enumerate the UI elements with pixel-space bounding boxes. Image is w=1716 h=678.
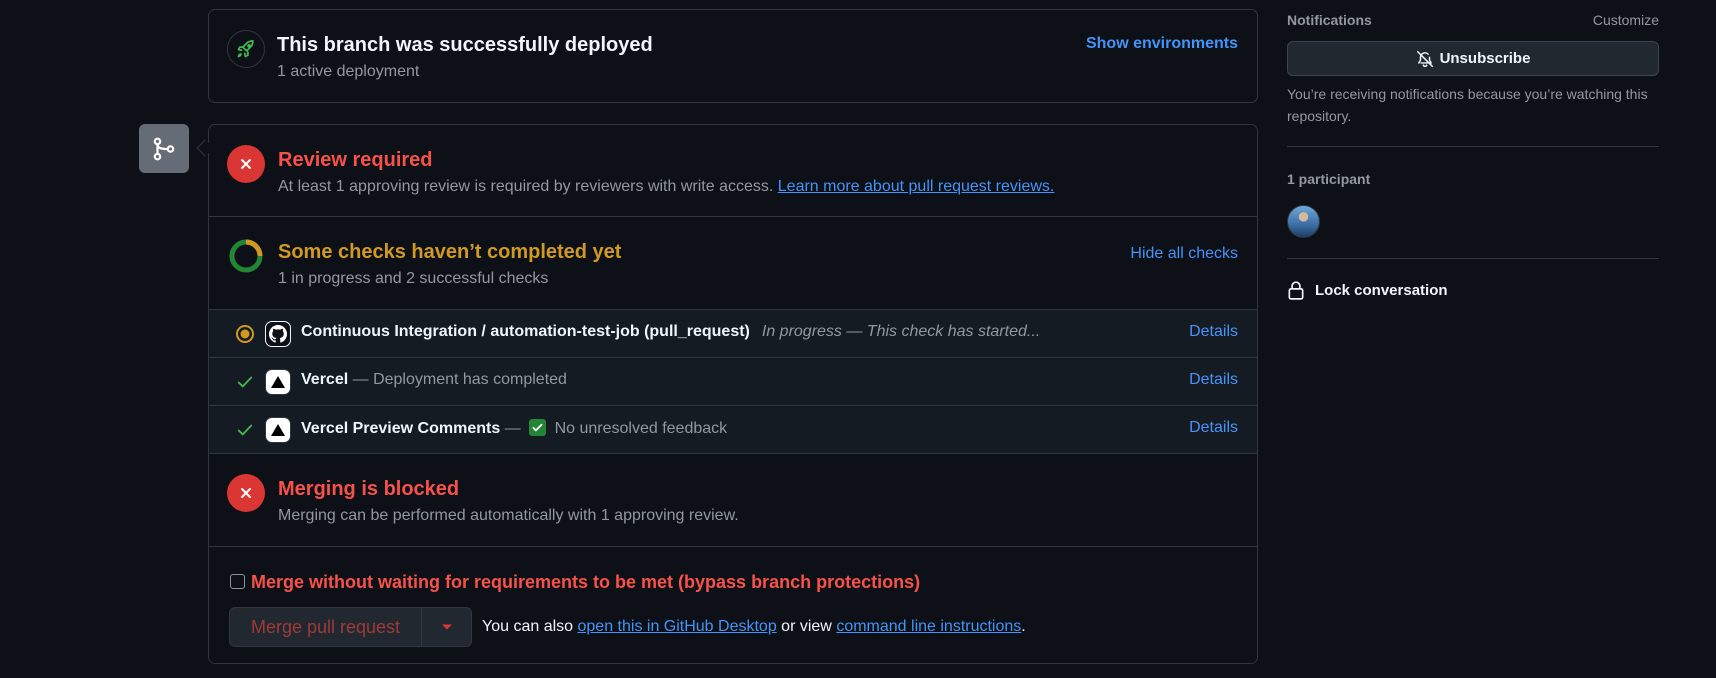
check-details-link[interactable]: Details bbox=[1189, 323, 1238, 341]
bypass-checkbox[interactable] bbox=[230, 574, 245, 589]
review-section: Review required At least 1 approving rev… bbox=[209, 125, 1257, 217]
in-progress-dot-icon bbox=[235, 324, 255, 344]
check-name: Continuous Integration / automation-test… bbox=[301, 323, 750, 340]
blocked-title: Merging is blocked bbox=[278, 478, 460, 500]
participants-label: 1 participant bbox=[1287, 171, 1371, 187]
check-row: Vercel — Deployment has completed Detail… bbox=[209, 358, 1257, 406]
checks-progress-icon bbox=[227, 237, 265, 275]
deployment-box: This branch was successfully deployed 1 … bbox=[208, 9, 1258, 103]
check-separator: — bbox=[504, 420, 521, 437]
hide-all-checks-link[interactable]: Hide all checks bbox=[1130, 245, 1238, 263]
git-merge-icon bbox=[139, 124, 189, 173]
check-name: Vercel bbox=[301, 371, 349, 388]
review-description: At least 1 approving review is required … bbox=[278, 178, 1054, 196]
divider bbox=[1287, 146, 1659, 147]
merge-alternatives: You can also open this in GitHub Desktop… bbox=[482, 618, 1026, 636]
green-check-box-icon bbox=[529, 419, 547, 436]
lock-conversation-label: Lock conversation bbox=[1315, 281, 1448, 299]
divider bbox=[1287, 258, 1659, 259]
checks-section: Some checks haven’t completed yet 1 in p… bbox=[209, 217, 1257, 310]
checks-title: Some checks haven’t completed yet bbox=[278, 241, 622, 263]
merge-options-dropdown[interactable] bbox=[421, 607, 472, 647]
check-details-link[interactable]: Details bbox=[1189, 419, 1238, 437]
period: . bbox=[1021, 618, 1026, 635]
blocked-section: Merging is blocked Merging can be perfor… bbox=[209, 454, 1257, 547]
x-circle-icon bbox=[227, 474, 265, 512]
or-view-text: or view bbox=[781, 618, 832, 635]
customize-link[interactable]: Customize bbox=[1593, 12, 1659, 28]
check-text: Vercel — Deployment has completed bbox=[301, 371, 567, 389]
check-status: Deployment has completed bbox=[373, 371, 567, 388]
blocked-subtitle: Merging can be performed automatically w… bbox=[278, 507, 739, 524]
also-prefix: You can also bbox=[482, 618, 574, 635]
deployment-subtitle: 1 active deployment bbox=[277, 63, 420, 80]
github-desktop-link[interactable]: open this in GitHub Desktop bbox=[578, 618, 777, 635]
check-status: No unresolved feedback bbox=[554, 420, 728, 437]
unsubscribe-button[interactable]: Unsubscribe bbox=[1287, 41, 1659, 76]
checks-subtitle: 1 in progress and 2 successful checks bbox=[278, 270, 549, 287]
merge-box: Review required At least 1 approving rev… bbox=[208, 124, 1258, 664]
bell-slash-icon bbox=[1416, 50, 1433, 67]
check-row: Vercel Preview Comments — No unresolved … bbox=[209, 406, 1257, 454]
vercel-icon bbox=[265, 369, 291, 395]
check-name: Vercel Preview Comments bbox=[301, 420, 501, 437]
deployment-title: This branch was successfully deployed bbox=[277, 34, 653, 56]
review-description-text: At least 1 approving review is required … bbox=[278, 178, 774, 195]
check-row: Continuous Integration / automation-test… bbox=[209, 310, 1257, 358]
merge-pull-request-button[interactable]: Merge pull request bbox=[229, 607, 422, 647]
participant-avatar[interactable] bbox=[1287, 205, 1320, 238]
rocket-icon bbox=[227, 30, 265, 68]
check-icon bbox=[235, 420, 255, 440]
caret-down-icon bbox=[441, 624, 452, 630]
check-details-link[interactable]: Details bbox=[1189, 371, 1238, 389]
check-status: In progress — This check has started... bbox=[761, 323, 1041, 340]
review-title: Review required bbox=[278, 149, 433, 171]
command-line-link[interactable]: command line instructions bbox=[836, 618, 1021, 635]
github-icon bbox=[265, 321, 291, 347]
bypass-label[interactable]: Merge without waiting for requirements t… bbox=[251, 572, 920, 593]
x-circle-icon bbox=[227, 145, 265, 183]
lock-icon bbox=[1288, 281, 1304, 300]
show-environments-link[interactable]: Show environments bbox=[1086, 35, 1238, 53]
lock-conversation-button[interactable]: Lock conversation bbox=[1287, 280, 1448, 300]
check-icon bbox=[235, 372, 255, 392]
check-text: Vercel Preview Comments — No unresolved … bbox=[301, 419, 727, 438]
vercel-icon bbox=[265, 417, 291, 443]
merge-actions: Merge without waiting for requirements t… bbox=[209, 547, 1257, 663]
notifications-label: Notifications bbox=[1287, 12, 1372, 28]
check-separator: — bbox=[352, 371, 369, 388]
unsubscribe-label: Unsubscribe bbox=[1439, 50, 1531, 67]
notifications-description: You’re receiving notifications because y… bbox=[1287, 86, 1648, 124]
check-text: Continuous Integration / automation-test… bbox=[301, 323, 1040, 341]
learn-more-link[interactable]: Learn more about pull request reviews. bbox=[778, 178, 1055, 195]
